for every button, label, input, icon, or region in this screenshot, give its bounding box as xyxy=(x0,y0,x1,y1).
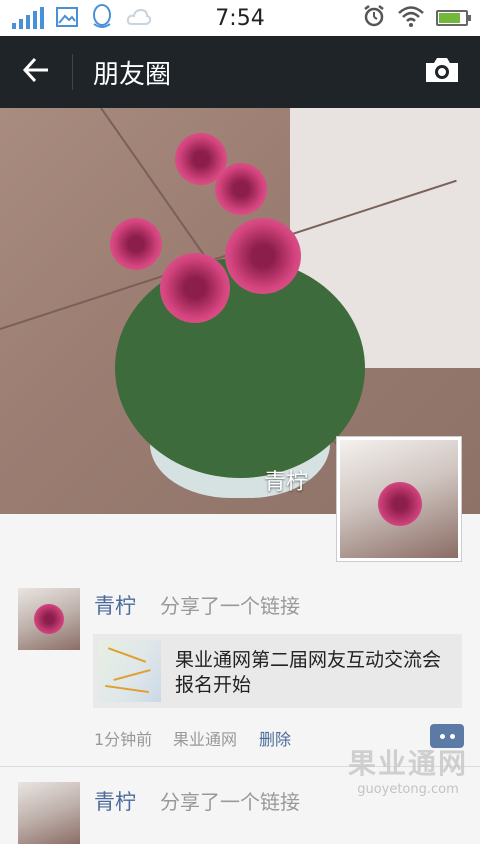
post-source: 果业通网 xyxy=(173,730,238,749)
post-timestamp: 1分钟前 xyxy=(94,730,153,749)
shared-link-card[interactable]: 果业通网第二届网友互动交流会报名开始 xyxy=(93,634,462,708)
title-divider xyxy=(72,54,73,90)
feed-post: 青柠 分享了一个链接 果业通网第二届网友互动交流会报名开始 1分钟前 果业通网 … xyxy=(0,578,480,768)
link-thumbnail xyxy=(99,640,161,702)
watermark-text: 果业通网 xyxy=(347,747,468,780)
title-bar: 朋友圈 xyxy=(0,36,480,108)
delete-button[interactable]: 删除 xyxy=(259,726,291,750)
post-action-text: 分享了一个链接 xyxy=(160,790,300,814)
back-button[interactable] xyxy=(0,36,72,108)
link-title: 果业通网第二届网友互动交流会报名开始 xyxy=(175,649,442,696)
page-title: 朋友圈 xyxy=(93,59,172,90)
comment-dots-icon xyxy=(439,733,445,739)
camera-button[interactable] xyxy=(418,50,466,94)
cover-user-name: 青柠 xyxy=(264,470,309,495)
battery-icon xyxy=(436,10,471,26)
profile-avatar[interactable] xyxy=(336,436,462,562)
status-bar: 7:54 xyxy=(0,0,480,36)
post-avatar[interactable] xyxy=(18,588,80,650)
watermark: 果业通网 guoyetong.com xyxy=(348,742,468,797)
camera-icon xyxy=(424,56,460,88)
back-arrow-icon xyxy=(22,57,50,87)
post-author[interactable]: 青柠 xyxy=(94,786,136,816)
post-avatar[interactable] xyxy=(18,782,80,844)
watermark-url: guoyetong.com xyxy=(357,782,459,797)
status-time: 7:54 xyxy=(215,5,265,31)
post-action-text: 分享了一个链接 xyxy=(160,594,300,618)
post-author[interactable]: 青柠 xyxy=(94,590,136,620)
